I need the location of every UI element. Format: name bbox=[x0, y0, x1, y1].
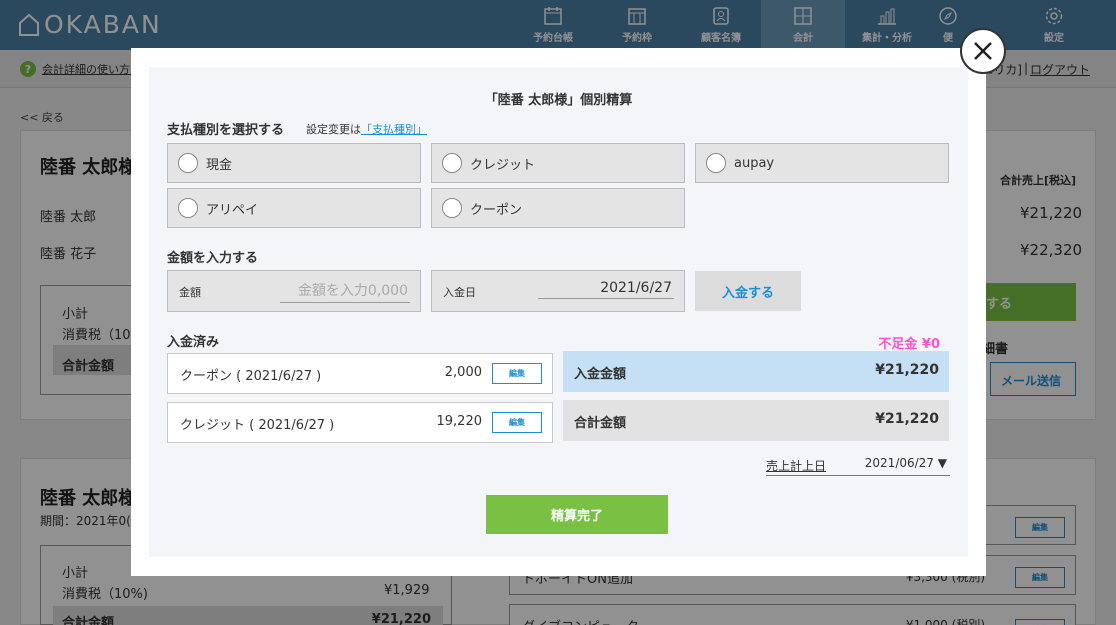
payment-option-alipay[interactable]: アリペイ bbox=[167, 188, 421, 228]
grand-total-label: 合計金額 bbox=[574, 416, 627, 431]
payment-record-name: クレジット ( 2021/6/27 ) bbox=[180, 418, 335, 433]
radio-icon[interactable] bbox=[442, 198, 462, 218]
payment-record-amount: 19,220 bbox=[436, 414, 483, 429]
grand-total-value: ¥21,220 bbox=[875, 411, 939, 427]
payment-type-heading: 支払種別を選択する bbox=[167, 123, 285, 138]
grand-total-row: 合計金額 ¥21,220 bbox=[563, 400, 949, 441]
deposit-button[interactable]: 入金する bbox=[695, 271, 801, 311]
payment-option-label: aupay bbox=[734, 155, 775, 171]
settlement-modal: 「陸番 太郎様」個別精算 支払種別を選択する 設定変更は「支払種別」 現金 クレ… bbox=[131, 48, 986, 576]
radio-icon[interactable] bbox=[442, 153, 462, 173]
sales-date-value[interactable]: 2021/06/27 ▼ bbox=[865, 456, 947, 470]
paid-heading: 入金済み bbox=[167, 335, 220, 350]
payment-option-aupay[interactable]: aupay bbox=[695, 143, 949, 183]
setting-note: 設定変更は「支払種別」 bbox=[306, 121, 427, 137]
close-icon bbox=[974, 42, 992, 60]
amount-heading: 金額を入力する bbox=[167, 251, 259, 266]
sales-date-label: 売上計上日 bbox=[766, 459, 827, 473]
payment-record: クーポン ( 2021/6/27 ) 2,000 編集 bbox=[167, 353, 553, 394]
edit-button[interactable]: 編集 bbox=[492, 363, 542, 384]
modal-title: 「陸番 太郎様」個別精算 bbox=[484, 93, 633, 108]
amount-field[interactable]: 金額 金額を入力0,000 bbox=[167, 270, 421, 312]
payment-option-label: アリペイ bbox=[206, 202, 259, 218]
payment-record-amount: 2,000 bbox=[444, 365, 482, 380]
shortage-amount: 不足金 ¥0 bbox=[878, 337, 940, 352]
radio-icon[interactable] bbox=[706, 153, 726, 173]
setting-note-text: 設定変更は bbox=[306, 123, 361, 136]
deposit-total-value: ¥21,220 bbox=[875, 362, 939, 378]
payment-option-coupon[interactable]: クーポン bbox=[431, 188, 685, 228]
deposit-total-label: 入金金額 bbox=[574, 367, 627, 382]
sales-date-select[interactable]: 売上計上日 2021/06/27 ▼ bbox=[766, 452, 950, 476]
payment-date-input[interactable]: 2021/6/27 bbox=[538, 280, 674, 299]
payment-record-name: クーポン ( 2021/6/27 ) bbox=[180, 369, 322, 384]
close-modal-button[interactable] bbox=[960, 28, 1006, 74]
settle-complete-button[interactable]: 精算完了 bbox=[486, 495, 668, 534]
payment-option-label: クレジット bbox=[470, 157, 536, 173]
payment-option-credit[interactable]: クレジット bbox=[431, 143, 685, 183]
deposit-total-row: 入金金額 ¥21,220 bbox=[563, 351, 949, 392]
radio-icon[interactable] bbox=[178, 153, 198, 173]
amount-input[interactable]: 金額を入力0,000 bbox=[280, 280, 410, 303]
payment-date-label: 入金日 bbox=[443, 286, 476, 299]
payment-option-cash[interactable]: 現金 bbox=[167, 143, 421, 183]
amount-label: 金額 bbox=[179, 286, 201, 299]
payment-date-field[interactable]: 入金日 2021/6/27 bbox=[431, 270, 685, 312]
payment-record: クレジット ( 2021/6/27 ) 19,220 編集 bbox=[167, 402, 553, 443]
radio-icon[interactable] bbox=[178, 198, 198, 218]
modal-body: 「陸番 太郎様」個別精算 支払種別を選択する 設定変更は「支払種別」 現金 クレ… bbox=[149, 67, 968, 557]
edit-button[interactable]: 編集 bbox=[492, 412, 542, 433]
payment-option-label: 現金 bbox=[206, 157, 233, 173]
payment-type-setting-link[interactable]: 「支払種別」 bbox=[361, 123, 427, 136]
payment-option-label: クーポン bbox=[470, 202, 523, 218]
